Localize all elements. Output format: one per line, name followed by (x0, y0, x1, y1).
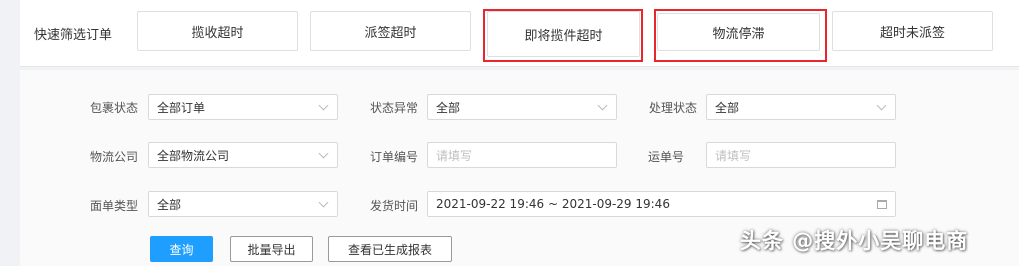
ship-time-label: 发货时间 (369, 199, 418, 213)
filter-timeout-undelivered-button[interactable]: 超时未派签 (832, 11, 993, 51)
view-reports-button[interactable]: 查看已生成报表 (328, 236, 452, 262)
form-type-label: 面单类型 (89, 199, 138, 213)
chevron-down-icon (318, 197, 329, 207)
filter-delivery-timeout-button[interactable]: 派签超时 (310, 11, 471, 51)
order-no-label: 订单编号 (369, 150, 418, 164)
chevron-down-icon (597, 100, 608, 110)
calendar-icon (877, 199, 887, 209)
filter-logistics-stalled-button[interactable]: 物流停滞 (657, 13, 820, 51)
filter-pickup-timeout-button[interactable]: 揽收超时 (137, 11, 298, 51)
batch-export-button[interactable]: 批量导出 (230, 236, 313, 262)
order-no-input[interactable]: 请填写 (427, 142, 617, 168)
process-status-select[interactable]: 全部 (706, 94, 896, 120)
filter-pickup-soon-timeout-button[interactable]: 即将揽件超时 (487, 11, 640, 57)
logistics-company-select[interactable]: 全部物流公司 (148, 142, 338, 168)
chevron-down-icon (876, 100, 887, 110)
package-status-select[interactable]: 全部订单 (148, 94, 338, 120)
watermark-text: 头条 @搜外小吴聊电商 (740, 229, 969, 253)
form-type-select[interactable]: 全部 (148, 191, 338, 217)
quick-filter-label: 快速筛选订单 (34, 28, 113, 43)
status-exception-label: 状态异常 (369, 101, 418, 115)
waybill-no-input[interactable]: 请填写 (706, 142, 896, 168)
chevron-down-icon (318, 148, 329, 158)
package-status-label: 包裹状态 (89, 101, 138, 115)
query-button[interactable]: 查询 (150, 236, 213, 262)
logistics-company-label: 物流公司 (89, 150, 138, 164)
chevron-down-icon (318, 100, 329, 110)
status-exception-select[interactable]: 全部 (427, 94, 617, 120)
process-status-label: 处理状态 (648, 101, 697, 115)
ship-time-range-picker[interactable]: 2021-09-22 19:46 ~ 2021-09-29 19:46 (427, 191, 896, 217)
waybill-no-label: 运单号 (647, 150, 684, 164)
